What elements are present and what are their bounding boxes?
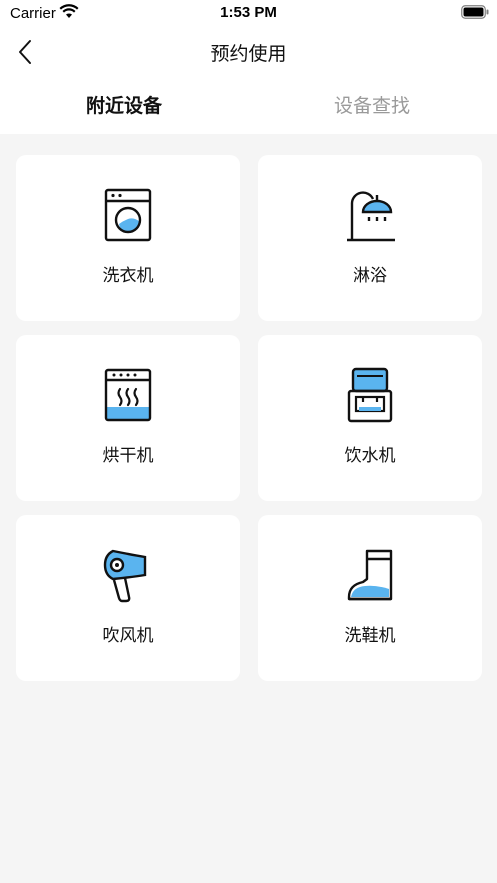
shoe-washer-icon bbox=[345, 547, 395, 603]
device-card-shoe-washer[interactable]: 洗鞋机 bbox=[258, 515, 482, 681]
device-label: 洗鞋机 bbox=[344, 626, 396, 646]
hair-dryer-icon bbox=[103, 547, 153, 603]
device-label: 饮水机 bbox=[344, 446, 396, 466]
device-card-shower[interactable]: 淋浴 bbox=[258, 155, 482, 321]
washing-machine-icon bbox=[103, 187, 153, 243]
device-label: 淋浴 bbox=[353, 266, 387, 286]
device-label: 烘干机 bbox=[102, 446, 154, 466]
tab-device-search[interactable]: 设备查找 bbox=[248, 91, 496, 118]
device-label: 洗衣机 bbox=[102, 266, 154, 286]
dryer-icon bbox=[103, 367, 153, 423]
device-card-washing-machine[interactable]: 洗衣机 bbox=[16, 155, 240, 321]
shower-icon bbox=[345, 187, 395, 243]
device-card-dryer[interactable]: 烘干机 bbox=[16, 335, 240, 501]
status-time: 1:53 PM bbox=[220, 4, 277, 21]
page-title: 预约使用 bbox=[210, 43, 287, 65]
tab-nearby-devices[interactable]: 附近设备 bbox=[0, 91, 248, 118]
navigation-bar: 预约使用 bbox=[0, 26, 497, 76]
water-dispenser-icon bbox=[345, 367, 395, 423]
tab-bar: 附近设备 设备查找 bbox=[0, 76, 497, 134]
status-bar: Carrier 1:53 PM bbox=[0, 0, 497, 26]
device-label: 吹风机 bbox=[102, 626, 154, 646]
battery-icon bbox=[461, 5, 489, 24]
device-card-hair-dryer[interactable]: 吹风机 bbox=[16, 515, 240, 681]
device-card-water-dispenser[interactable]: 饮水机 bbox=[258, 335, 482, 501]
